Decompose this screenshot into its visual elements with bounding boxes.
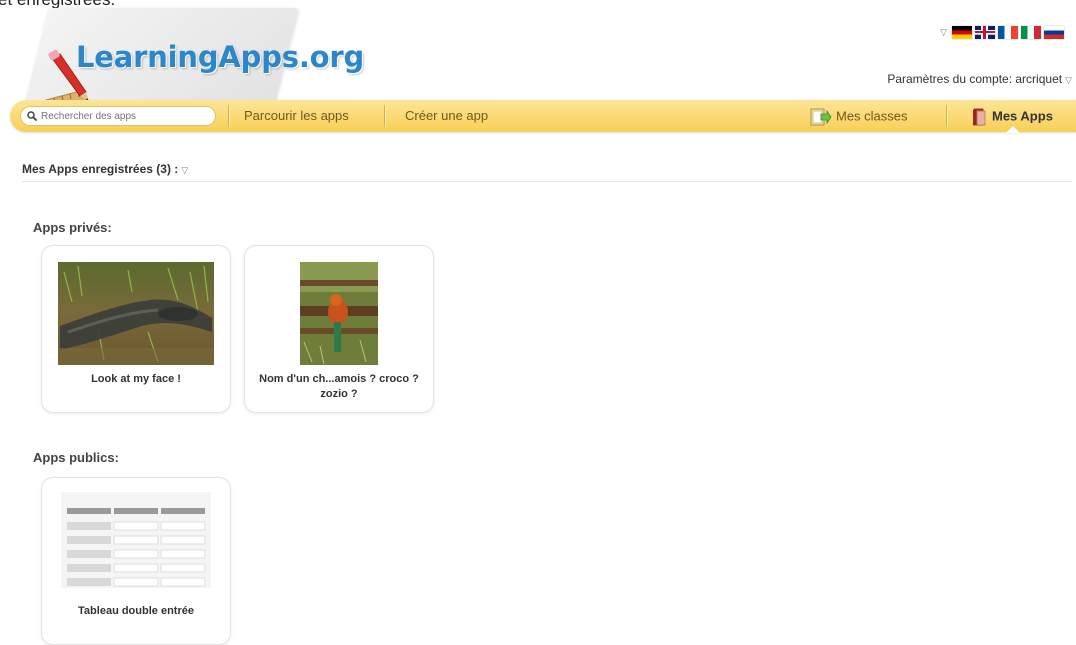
saved-apps-title: Mes Apps enregistrées (3) : [22, 162, 179, 176]
my-apps-link[interactable]: Mes Apps [972, 108, 1053, 126]
account-settings[interactable]: Paramètres du compte: arcriquet ▽ [887, 72, 1072, 86]
it-flag-icon[interactable] [1021, 26, 1041, 39]
search-input[interactable] [37, 110, 211, 122]
active-tab-indicator [1006, 126, 1020, 133]
app-card[interactable]: Tableau double entrée [41, 477, 231, 645]
app-title[interactable]: Nom d'un ch...amois ? croco ? zozio ? [253, 372, 425, 402]
app-thumbnail [58, 262, 214, 365]
fr-flag-icon[interactable] [998, 26, 1018, 39]
nav-divider [228, 105, 229, 127]
classes-icon [810, 108, 832, 126]
nav-divider [946, 105, 947, 127]
app-title[interactable]: Tableau double entrée [50, 604, 222, 619]
dropdown-arrow-icon[interactable]: ▽ [940, 27, 947, 38]
app-title[interactable]: Look at my face ! [50, 372, 222, 387]
my-classes-label: Mes classes [836, 108, 908, 124]
account-label: Paramètres du compte: arcriquet [887, 72, 1063, 86]
search-box[interactable] [20, 106, 216, 126]
my-apps-book-icon [973, 108, 986, 126]
my-apps-label: Mes Apps [992, 108, 1053, 124]
dropdown-arrow-icon: ▽ [181, 165, 189, 175]
search-icon [27, 111, 37, 121]
saved-apps-header[interactable]: Mes Apps enregistrées (3) : ▽ [22, 162, 188, 176]
main-navbar: Parcourir les apps Créer une app Mes cla… [10, 100, 1076, 133]
uk-flag-icon[interactable] [975, 26, 995, 39]
ru-flag-icon[interactable] [1044, 26, 1064, 39]
tab-my-apps[interactable]: Mes Apps [956, 100, 1076, 133]
app-thumbnail [61, 492, 211, 588]
public-apps-title: Apps publics: [33, 450, 119, 465]
private-apps-title: Apps privés: [33, 220, 112, 235]
create-app-link[interactable]: Créer une app [405, 108, 488, 123]
app-card[interactable]: Nom d'un ch...amois ? croco ? zozio ? [244, 245, 434, 413]
nav-divider [384, 105, 385, 127]
de-flag-icon[interactable] [952, 26, 972, 39]
divider [22, 181, 1072, 182]
app-thumbnail [300, 262, 378, 365]
app-card[interactable]: Look at my face ! [41, 245, 231, 413]
logo[interactable]: LearningApps.org [22, 2, 382, 108]
language-selector[interactable]: ▽ [940, 26, 1064, 39]
my-classes-link[interactable]: Mes classes [810, 108, 908, 126]
dropdown-arrow-icon: ▽ [1065, 75, 1072, 85]
logo-text: LearningApps.org [76, 40, 365, 74]
browse-apps-link[interactable]: Parcourir les apps [244, 108, 349, 123]
